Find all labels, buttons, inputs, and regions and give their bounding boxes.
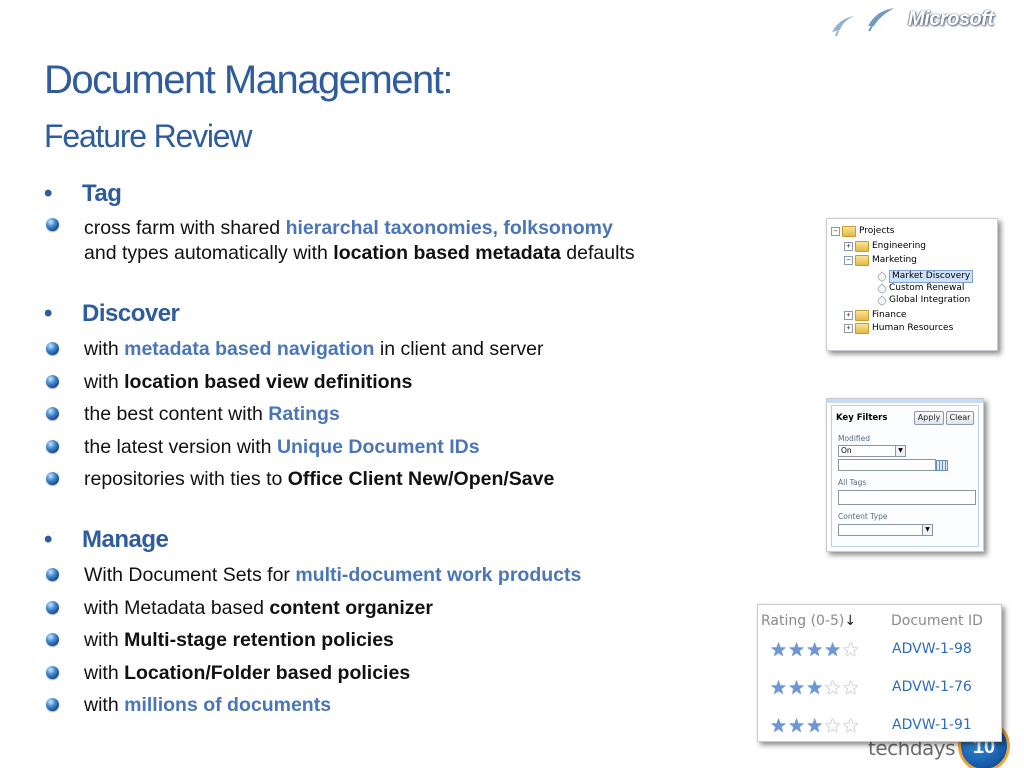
folder-icon	[855, 310, 869, 321]
tree-node-human-resources[interactable]: + Human Resources	[844, 323, 953, 334]
bullet-orb-icon	[46, 600, 59, 614]
section-list-manage: With Document Sets for multi-document wo…	[44, 559, 581, 722]
bullet-orb-icon	[46, 342, 59, 355]
key-filters-panel: Key Filters Apply Clear Modified On ▼ Al…	[826, 398, 984, 552]
list-item: with Metadata based content organizer	[44, 592, 581, 625]
list-item: the best content with Ratings	[44, 398, 554, 431]
document-id-column-header[interactable]: Document ID	[891, 613, 983, 629]
tree-node-finance[interactable]: + Finance	[844, 310, 906, 321]
bullet-dot-icon: •	[44, 300, 52, 327]
tag-icon	[876, 270, 888, 283]
tree-node-engineering[interactable]: + Engineering	[844, 241, 926, 252]
star-filled-icon[interactable]: ★	[806, 717, 823, 736]
tree-node-custom-renewal[interactable]: Custom Renewal	[876, 282, 964, 295]
bullet-orb-icon	[46, 633, 59, 646]
folder-icon	[855, 241, 869, 252]
clear-button[interactable]: Clear	[946, 411, 974, 425]
key-filters-title: Key Filters	[836, 413, 888, 423]
star-empty-icon[interactable]: ★	[842, 717, 859, 736]
rating-stars[interactable]: ★ ★ ★ ★ ★	[770, 717, 860, 736]
document-id-link[interactable]: ADVW-1-76	[892, 679, 972, 695]
section-heading-discover: • Discover	[44, 300, 180, 327]
bullet-orb-icon	[46, 568, 59, 581]
content-type-select[interactable]: ▼	[838, 524, 933, 536]
list-item: With Document Sets for multi-document wo…	[44, 559, 581, 592]
bullet-orb-icon	[46, 374, 59, 388]
list-item: with Location/Folder based policies	[44, 657, 581, 690]
list-item: with Multi-stage retention policies	[44, 624, 581, 657]
rating-column-header[interactable]: Rating (0-5)↓	[761, 613, 856, 629]
bullet-dot-icon: •	[44, 180, 52, 207]
collapse-toggle-icon[interactable]: −	[831, 227, 840, 236]
star-empty-icon[interactable]: ★	[842, 641, 859, 660]
tree-node-global-integration[interactable]: Global Integration	[876, 294, 970, 307]
panel-header-bar	[827, 399, 983, 403]
section-list-discover: with metadata based navigation in client…	[44, 333, 554, 496]
tag-icon	[876, 294, 888, 307]
folder-icon	[855, 323, 869, 334]
star-empty-icon[interactable]: ★	[824, 679, 841, 698]
tree-node-market-discovery[interactable]: Market Discovery	[876, 270, 974, 283]
tag-icon	[876, 282, 888, 295]
microsoft-swoosh-icon	[832, 8, 894, 37]
calendar-icon[interactable]	[936, 460, 948, 471]
bullet-dot-icon: •	[44, 526, 52, 553]
star-empty-icon[interactable]: ★	[842, 679, 859, 698]
sort-down-arrow-icon: ↓	[844, 613, 857, 629]
expand-toggle-icon[interactable]: +	[844, 311, 853, 320]
section-heading-manage: • Manage	[44, 526, 169, 553]
taxonomy-tree-panel: − Projects + Engineering − Marketing Market…	[826, 218, 998, 351]
page-title: Document Management:	[44, 58, 454, 102]
modified-date-input[interactable]	[838, 459, 936, 471]
bullet-orb-icon	[46, 698, 59, 711]
apply-button[interactable]: Apply	[914, 411, 944, 425]
dropdown-arrow-icon: ▼	[922, 525, 932, 535]
star-filled-icon[interactable]: ★	[788, 641, 805, 660]
list-item: cross farm with shared hierarchal taxono…	[44, 214, 635, 270]
modified-select[interactable]: On ▼	[838, 445, 906, 457]
tree-node-marketing[interactable]: − Marketing	[844, 255, 917, 266]
key-filters-body: Key Filters Apply Clear Modified On ▼ Al…	[831, 405, 979, 547]
section-heading-tag: • Tag	[44, 180, 122, 207]
rating-stars[interactable]: ★ ★ ★ ★ ★	[770, 679, 860, 698]
dropdown-arrow-icon: ▼	[895, 446, 905, 456]
expand-toggle-icon[interactable]: +	[844, 324, 853, 333]
star-filled-icon[interactable]: ★	[770, 679, 787, 698]
section-list-tag: cross farm with shared hierarchal taxono…	[44, 214, 635, 270]
tree-node-projects[interactable]: − Projects	[831, 226, 894, 237]
document-id-link[interactable]: ADVW-1-98	[892, 641, 972, 657]
list-item: with metadata based navigation in client…	[44, 333, 554, 366]
star-filled-icon[interactable]: ★	[770, 641, 787, 660]
star-filled-icon[interactable]: ★	[788, 679, 805, 698]
star-filled-icon[interactable]: ★	[788, 717, 805, 736]
list-item: with millions of documents	[44, 689, 581, 722]
modified-label: Modified	[838, 434, 871, 443]
ratings-panel: Rating (0-5)↓ Document ID ★ ★ ★ ★ ★ ADVW-1-9…	[757, 604, 1002, 742]
all-tags-label: All Tags	[838, 478, 867, 487]
bullet-orb-icon	[46, 439, 59, 453]
bullet-orb-icon	[46, 472, 59, 485]
star-filled-icon[interactable]: ★	[806, 679, 823, 698]
star-filled-icon[interactable]: ★	[806, 641, 823, 660]
microsoft-logo: Microsoft	[908, 8, 994, 30]
folder-icon	[855, 255, 869, 266]
rating-stars[interactable]: ★ ★ ★ ★ ★	[770, 641, 860, 660]
page-subtitle: Feature Review	[44, 118, 252, 154]
all-tags-input[interactable]	[838, 490, 976, 505]
content-type-label: Content Type	[838, 512, 888, 521]
collapse-toggle-icon[interactable]: −	[844, 256, 853, 265]
bullet-orb-icon	[46, 665, 59, 679]
document-id-link[interactable]: ADVW-1-91	[892, 717, 972, 733]
folder-icon	[842, 226, 856, 237]
expand-toggle-icon[interactable]: +	[844, 242, 853, 251]
bullet-orb-icon	[46, 218, 59, 231]
star-filled-icon[interactable]: ★	[770, 717, 787, 736]
list-item: the latest version with Unique Document …	[44, 431, 554, 464]
star-empty-icon[interactable]: ★	[824, 717, 841, 736]
slide: Microsoft Document Management: Feature R…	[0, 0, 1024, 768]
list-item: repositories with ties to Office Client …	[44, 463, 554, 496]
star-filled-icon[interactable]: ★	[824, 641, 841, 660]
list-item: with location based view definitions	[44, 366, 554, 399]
bullet-orb-icon	[46, 407, 59, 420]
